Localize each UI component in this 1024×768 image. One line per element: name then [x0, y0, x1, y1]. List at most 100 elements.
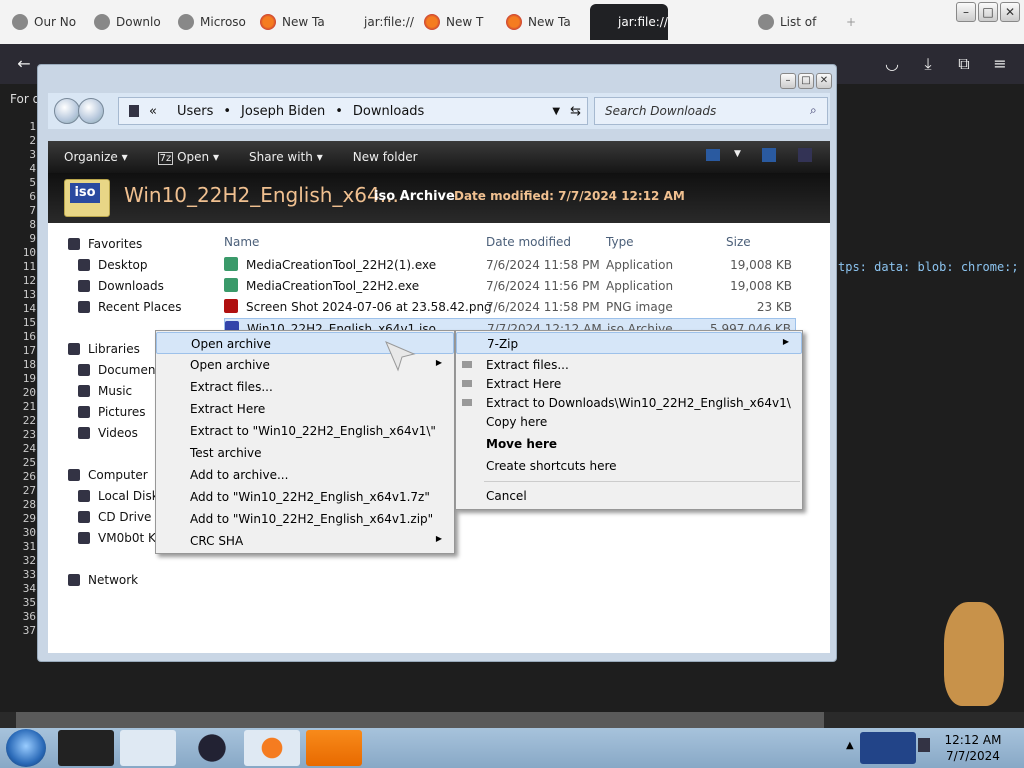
view-dropdown-icon[interactable]: ▼: [734, 149, 741, 159]
file-row[interactable]: MediaCreationTool_22H2.exe 7/6/2024 11:56…: [224, 276, 796, 296]
new-tab-button[interactable]: +: [840, 8, 862, 36]
tray-expand-icon[interactable]: ▲: [846, 740, 854, 751]
breadcrumb-users[interactable]: Users: [177, 104, 213, 119]
clock[interactable]: 12:12 AM 7/7/2024: [936, 732, 1010, 764]
column-header-date[interactable]: Date modified: [486, 235, 571, 249]
nav-favorites-item[interactable]: Downloads: [78, 279, 164, 293]
nav-libraries-item[interactable]: Videos: [78, 426, 138, 440]
file-icon: [224, 278, 238, 292]
preview-pane-icon[interactable]: [762, 148, 776, 162]
pocket-icon[interactable]: ◡: [880, 52, 904, 76]
breadcrumb-downloads[interactable]: Downloads: [353, 104, 424, 119]
column-header-type[interactable]: Type: [606, 235, 634, 249]
download-icon[interactable]: ⤓: [916, 52, 940, 76]
context-menu-item[interactable]: Extract files...: [156, 376, 454, 398]
browser-tab[interactable]: List of: [752, 8, 832, 36]
drop-menu-item[interactable]: Create shortcuts here: [456, 455, 802, 477]
drop-menu-item[interactable]: Move here: [456, 433, 802, 455]
extensions-icon[interactable]: ⧉: [952, 52, 976, 76]
nav-network[interactable]: Network: [68, 573, 138, 587]
taskbar-app-media[interactable]: [120, 730, 176, 766]
nav-favorites[interactable]: Favorites: [68, 237, 142, 251]
organize-label: Organize: [64, 150, 118, 164]
minimize-button[interactable]: –: [956, 2, 976, 22]
context-menu-item[interactable]: Add to "Win10_22H2_English_x64v1.zip": [156, 508, 454, 530]
new-folder-button[interactable]: New folder: [353, 150, 418, 164]
line-number: 2: [29, 134, 36, 147]
start-button[interactable]: [6, 729, 46, 767]
search-input[interactable]: Search Downloads: [594, 97, 828, 125]
code-fragment: tps: data: blob: chrome:; s: [838, 260, 1024, 274]
context-menu-item[interactable]: Extract to "Win10_22H2_English_x64v1\": [156, 420, 454, 442]
tray-icon-group[interactable]: [860, 732, 916, 764]
column-header-name[interactable]: Name: [224, 235, 259, 249]
context-menu-item[interactable]: CRC SHA ▶: [156, 530, 454, 552]
nav-computer-item[interactable]: VM0b0t Ke: [78, 531, 163, 545]
breadcrumb-overflow[interactable]: «: [149, 104, 157, 119]
context-menu-item[interactable]: Extract Here: [156, 398, 454, 420]
nav-computer-item[interactable]: Local Disk (: [78, 489, 167, 503]
view-icon[interactable]: [706, 149, 720, 161]
nav-libraries-item[interactable]: Documents: [78, 363, 166, 377]
explorer-maximize-button[interactable]: □: [798, 73, 814, 89]
browser-tab[interactable]: New Ta: [500, 8, 578, 36]
taskbar-app-globe[interactable]: [184, 730, 240, 766]
drop-menu-item[interactable]: 7-Zip ▶: [456, 332, 802, 354]
horizontal-scrollbar[interactable]: [0, 712, 1024, 728]
scrollbar-thumb[interactable]: [16, 712, 824, 728]
drop-menu-item[interactable]: Copy here: [456, 411, 802, 433]
maximize-button[interactable]: □: [978, 2, 998, 22]
context-menu-item[interactable]: Test archive: [156, 442, 454, 464]
line-number: 37: [22, 624, 36, 637]
menu-item-label: Add to "Win10_22H2_English_x64v1.7z": [190, 490, 430, 504]
close-window-button[interactable]: ✕: [1000, 2, 1020, 22]
file-name: MediaCreationTool_22H2.exe: [246, 279, 420, 293]
file-name: Screen Shot 2024-07-06 at 23.58.42.png: [246, 300, 492, 314]
browser-tab[interactable]: Our No: [6, 8, 84, 36]
back-orb-button[interactable]: [54, 98, 80, 124]
iso-icon-label: iso: [70, 183, 100, 203]
search-icon[interactable]: ⌕: [810, 103, 817, 118]
explorer-close-button[interactable]: ✕: [816, 73, 832, 89]
share-with-button[interactable]: Share with ▾: [249, 150, 323, 164]
line-number: 1: [29, 120, 36, 133]
drop-menu-item[interactable]: Cancel: [456, 485, 802, 507]
browser-tab[interactable]: Downlo: [88, 8, 168, 36]
nav-libraries-item[interactable]: Music: [78, 384, 132, 398]
menu-item-label: Extract to Downloads\Win10_22H2_English_…: [486, 396, 791, 410]
browser-tab[interactable]: New Ta: [254, 8, 332, 36]
taskbar-app-terminal[interactable]: [58, 730, 114, 766]
forward-orb-button[interactable]: [78, 98, 104, 124]
line-number: 14: [22, 302, 36, 315]
menu-icon[interactable]: ≡: [988, 52, 1012, 76]
file-row[interactable]: Screen Shot 2024-07-06 at 23.58.42.png 7/…: [224, 297, 796, 317]
line-number: 10: [22, 246, 36, 259]
open-button[interactable]: 7z Open ▾: [157, 150, 219, 165]
browser-tab[interactable]: New T: [418, 8, 496, 36]
network-tray-icon[interactable]: [918, 738, 930, 752]
taskbar-app-vlc[interactable]: [306, 730, 362, 766]
explorer-minimize-button[interactable]: –: [780, 73, 796, 89]
breadcrumb-user[interactable]: Joseph Biden: [241, 104, 325, 119]
breadcrumb[interactable]: « Users • Joseph Biden • Downloads ▼ ⇆: [118, 97, 588, 125]
back-icon[interactable]: ←: [12, 52, 36, 76]
menu-item-label: Copy here: [486, 415, 548, 429]
nav-favorites-item[interactable]: Desktop: [78, 258, 148, 272]
browser-tab-label: List of: [780, 15, 817, 29]
nav-favorites-item[interactable]: Recent Places: [78, 300, 181, 314]
taskbar-app-firefox[interactable]: [244, 730, 300, 766]
browser-tab[interactable]: jar:file://✕: [590, 4, 668, 40]
column-header-size[interactable]: Size: [726, 235, 751, 249]
help-icon[interactable]: [798, 148, 812, 162]
context-menu-item[interactable]: Add to "Win10_22H2_English_x64v1.7z": [156, 486, 454, 508]
nav-libraries[interactable]: Libraries: [68, 342, 140, 356]
dropdown-arrow-icon[interactable]: ▼: [552, 106, 560, 117]
nav-computer[interactable]: Computer: [68, 468, 148, 482]
browser-tab[interactable]: Microso: [172, 8, 250, 36]
file-row[interactable]: MediaCreationTool_22H2(1).exe 7/6/2024 11…: [224, 255, 796, 275]
refresh-icon[interactable]: ⇆: [570, 104, 581, 119]
context-menu-item[interactable]: Add to archive...: [156, 464, 454, 486]
nav-libraries-item[interactable]: Pictures: [78, 405, 146, 419]
browser-tab[interactable]: jar:file:///C: [336, 8, 414, 36]
organize-button[interactable]: Organize ▾: [64, 150, 128, 164]
